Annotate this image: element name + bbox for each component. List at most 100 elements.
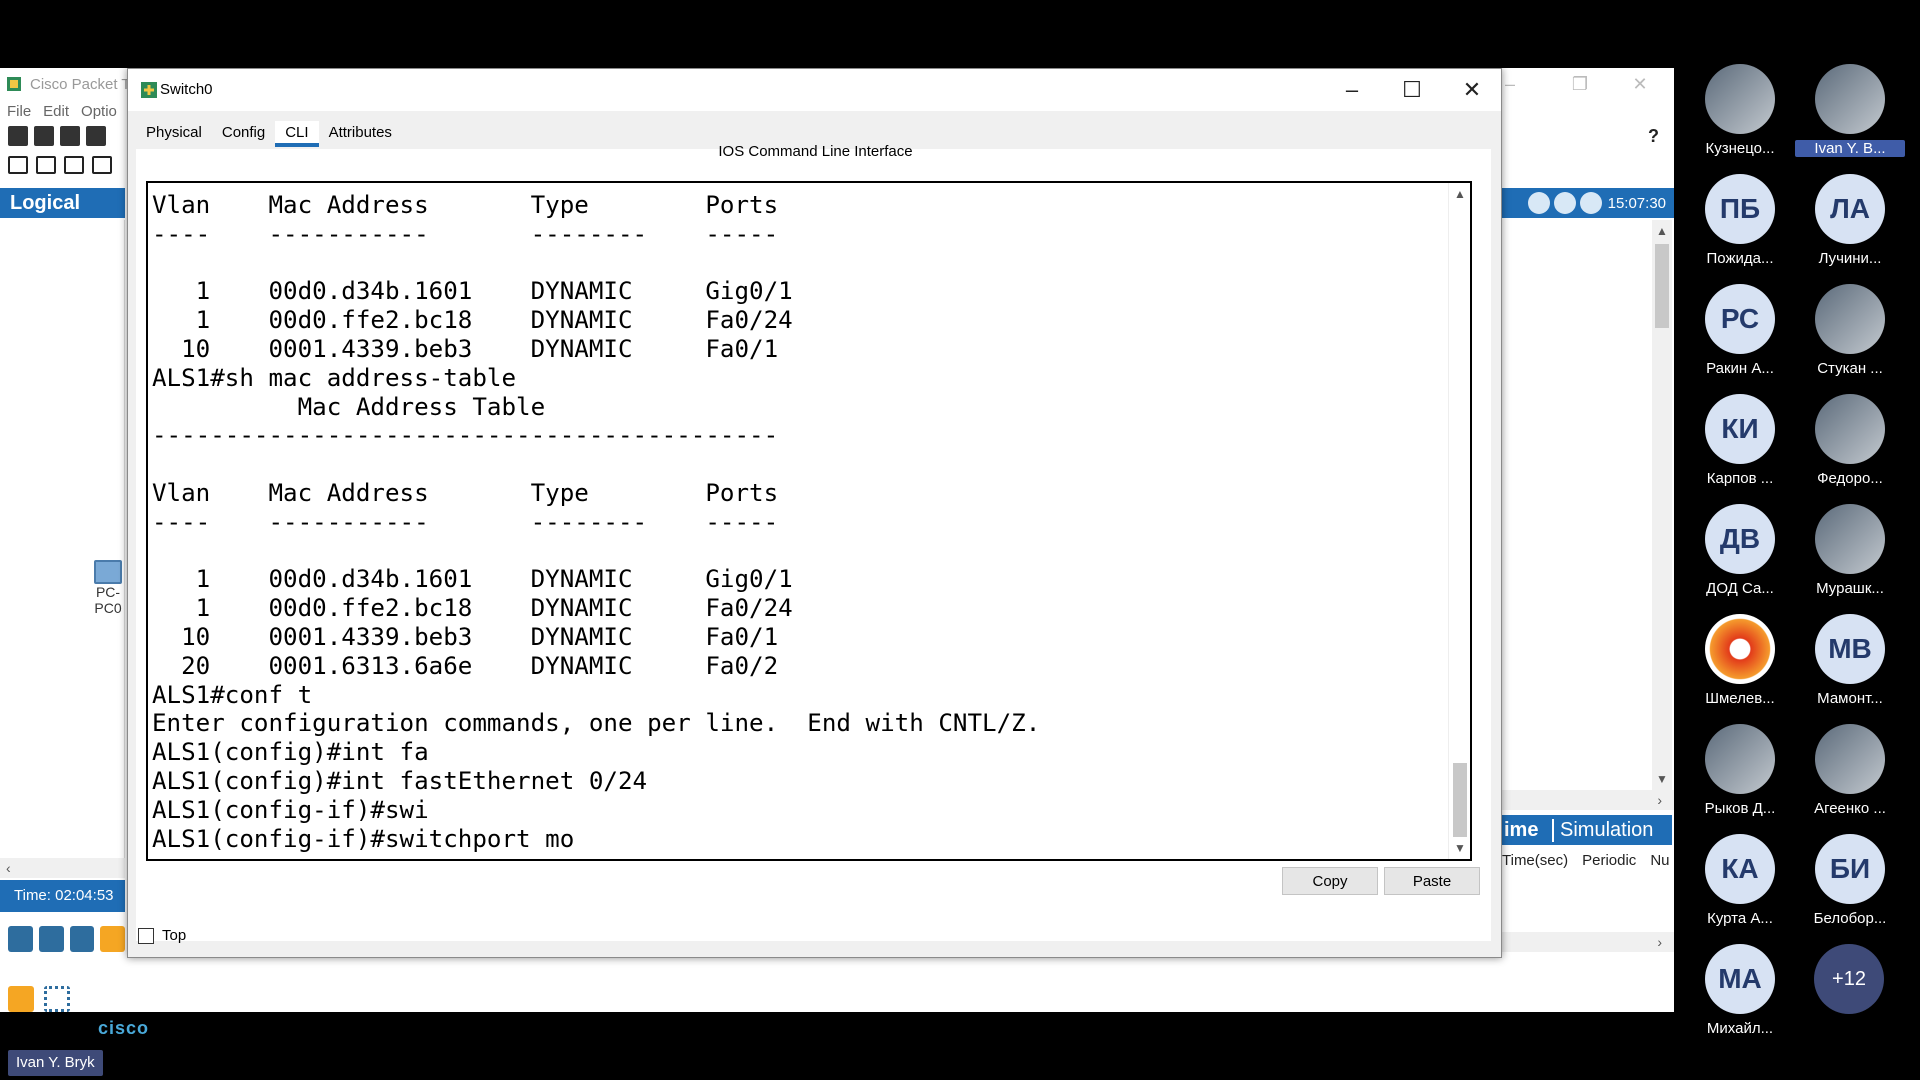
switch-category-icon[interactable] [38,926,64,952]
workspace-vscrollbar[interactable]: ▲ ▼ [1652,220,1672,790]
help-icon[interactable]: ? [1648,126,1659,147]
menu-options[interactable]: Optio [81,103,117,120]
participant-name: Федоро... [1817,470,1883,487]
copy-button[interactable]: Copy [1282,867,1378,895]
participant-name: Мамонт... [1817,690,1883,707]
participant-tile[interactable]: Стукан ... [1795,284,1905,377]
participant-name: Мурашк... [1816,580,1884,597]
workspace-right[interactable] [1502,220,1652,790]
participant-tile[interactable]: МА Михайл... [1685,944,1795,1037]
pt-tool-palette [0,156,130,180]
participant-avatar: БИ [1815,834,1885,904]
participant-tile[interactable]: Шмелев... [1685,614,1795,707]
participant-avatar: РС [1705,284,1775,354]
participant-tile[interactable]: КИ Карпов ... [1685,394,1795,487]
scenario-hscrollbar[interactable]: › [1502,932,1674,952]
navigation-icon[interactable] [1553,192,1576,214]
terminal-vscrollbar[interactable]: ▲ ▼ [1448,183,1470,859]
cli-terminal[interactable]: Vlan Mac Address Type Ports ---- -------… [146,181,1472,861]
pc-device[interactable]: PC- PC0 [88,560,128,616]
participant-tile[interactable]: ПБ Пожида... [1685,174,1795,267]
participant-tile[interactable]: КА Курта А... [1685,834,1795,927]
workspace-left[interactable] [0,220,125,860]
paste-button[interactable]: Paste [1384,867,1480,895]
col-time: Time(sec) [1502,852,1569,869]
participant-tile[interactable]: Рыков Д... [1685,724,1795,817]
terminal-scroll-down-icon[interactable]: ▼ [1454,841,1466,855]
scroll-down-icon[interactable]: ▼ [1656,772,1668,786]
dialog-minimize-button[interactable]: – [1322,69,1382,111]
participant-avatar [1705,614,1775,684]
dialog-title: Switch0 [160,81,213,98]
participant-avatar [1815,724,1885,794]
enddevice-category-icon[interactable] [69,926,95,952]
connections-category-icon[interactable] [100,926,125,952]
device-subtype-palette [0,986,125,1016]
participant-tile[interactable]: ЛА Лучини... [1795,174,1905,267]
grid-icon[interactable] [44,986,70,1012]
participant-tile[interactable]: Мурашк... [1795,504,1905,597]
participant-name: Михайл... [1706,1020,1774,1037]
top-checkbox[interactable]: Top [138,927,186,944]
participant-name: ДОД Са... [1706,580,1774,597]
lightning-icon[interactable] [8,986,34,1012]
dialog-close-button[interactable]: ✕ [1442,69,1502,111]
print-icon[interactable] [86,126,106,146]
participant-avatar: МА [1705,944,1775,1014]
device-type-palette [0,926,125,956]
participant-name: Шмелев... [1705,690,1775,707]
logical-workspace-bar[interactable]: Logical [0,188,125,218]
pc-label-line1: PC- [95,584,121,600]
realtime-tab[interactable]: ime [1504,819,1546,842]
mode-bar: ime Simulation [1502,815,1672,845]
participant-name: Белобор... [1813,910,1887,927]
scroll-thumb[interactable] [1655,244,1669,328]
menu-edit[interactable]: Edit [43,103,69,120]
cli-caption: IOS Command Line Interface [718,143,913,160]
resize-shape-icon[interactable] [92,156,112,174]
participant-tile[interactable]: Кузнецо... [1685,64,1795,157]
viewport-icon[interactable] [1527,192,1550,214]
participant-tile[interactable]: БИ Белобор... [1795,834,1905,927]
logical-label: Logical [10,191,81,214]
simulation-tab[interactable]: Simulation [1552,818,1653,842]
participant-avatar: КИ [1705,394,1775,464]
terminal-scroll-up-icon[interactable]: ▲ [1454,187,1466,201]
delete-icon[interactable] [64,156,84,174]
dialog-titlebar: Switch0 – ☐ ✕ [128,69,1501,111]
participant-tile[interactable]: Агеенко ... [1795,724,1905,817]
participant-tile[interactable]: Ivan Y. B... [1795,64,1905,157]
inspect-icon[interactable] [36,156,56,174]
participant-avatar [1705,724,1775,794]
pt-close-button[interactable]: ✕ [1610,68,1670,100]
switch-device-icon [141,82,157,98]
time-readout: Time: 02:04:53 [14,887,114,904]
new-file-icon[interactable] [8,126,28,146]
speaker-name-tag: Ivan Y. Bryk [8,1050,103,1076]
more-participants-button[interactable]: +12 [1814,944,1884,1014]
menu-file[interactable]: File [7,103,31,120]
workspace-hscrollbar-left[interactable]: ‹ [0,858,125,878]
participant-avatar: КА [1705,834,1775,904]
pt-restore-button[interactable]: ❐ [1550,68,1610,100]
terminal-scroll-thumb[interactable] [1453,763,1467,837]
router-category-icon[interactable] [8,926,33,952]
participant-tile[interactable]: РС Ракин А... [1685,284,1795,377]
open-folder-icon[interactable] [34,126,54,146]
participant-tile[interactable]: МВ Мамонт... [1795,614,1905,707]
environment-icon[interactable] [1579,192,1602,214]
select-icon[interactable] [8,156,28,174]
participant-tile[interactable]: Федоро... [1795,394,1905,487]
scroll-up-icon[interactable]: ▲ [1656,224,1668,238]
participant-tile[interactable]: ДВ ДОД Са... [1685,504,1795,597]
participant-name: Лучини... [1818,250,1882,267]
participant-name: Кузнецо... [1705,140,1775,157]
save-icon[interactable] [60,126,80,146]
participant-avatar [1815,64,1885,134]
participant-name: Агеенко ... [1814,800,1886,817]
clock-readout: 15:07:30 [1607,194,1666,212]
dialog-maximize-button[interactable]: ☐ [1382,69,1442,111]
scenario-columns: Time(sec) Periodic Nu [1502,852,1674,874]
workspace-hscrollbar-right[interactable]: › [1502,790,1674,810]
top-checkbox-box[interactable] [138,927,154,944]
